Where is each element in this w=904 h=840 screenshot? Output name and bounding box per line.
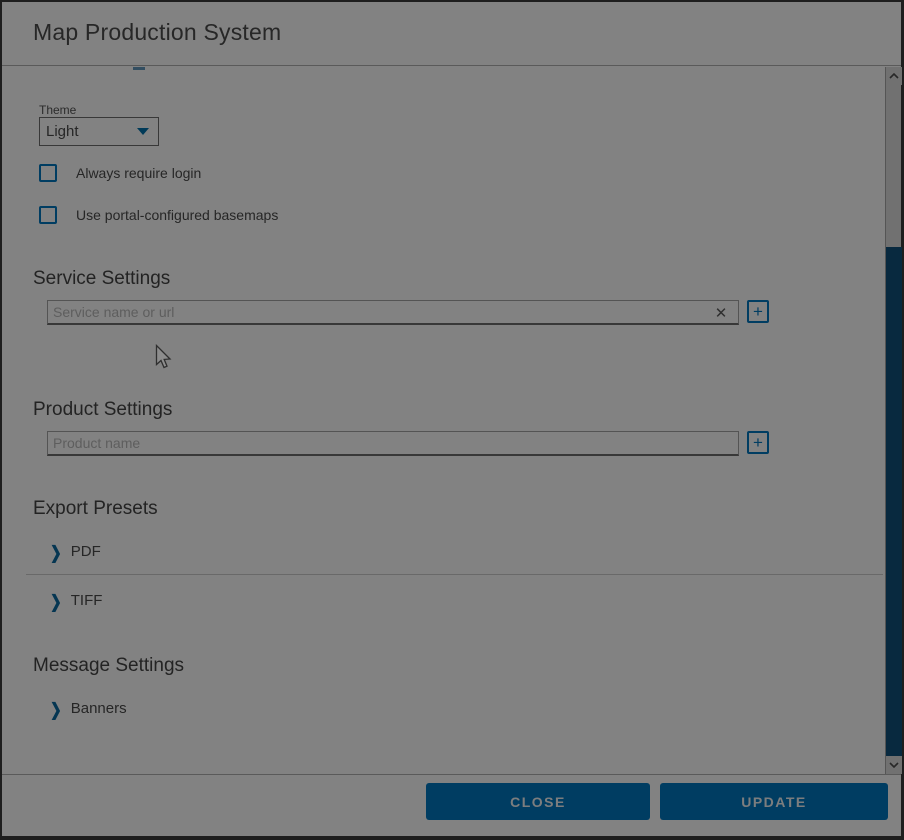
message-settings-heading: Message Settings xyxy=(33,655,184,677)
chevron-right-icon: ❯ xyxy=(50,700,62,718)
checkbox-always-require-login[interactable]: Always require login xyxy=(39,164,201,182)
vertical-scrollbar[interactable] xyxy=(885,67,901,774)
product-name-input[interactable] xyxy=(47,431,739,456)
export-preset-tiff-expander[interactable]: ❯ TIFF xyxy=(50,592,102,609)
dialog-scroll-content: Theme Light Always require login Use por… xyxy=(2,67,885,774)
checkbox-icon[interactable] xyxy=(39,206,57,224)
close-button[interactable]: CLOSE xyxy=(426,783,650,820)
export-preset-pdf-expander[interactable]: ❯ PDF xyxy=(50,543,101,560)
clear-icon[interactable]: ✕ xyxy=(711,303,731,323)
chevron-down-icon xyxy=(137,128,149,135)
expander-label: Banners xyxy=(71,700,127,717)
update-button[interactable]: UPDATE xyxy=(660,783,888,820)
clipped-control-fragment xyxy=(133,67,145,70)
service-settings-heading: Service Settings xyxy=(33,268,170,290)
dialog-title: Map Production System xyxy=(33,19,281,46)
theme-label: Theme xyxy=(39,103,76,117)
chevron-right-icon: ❯ xyxy=(50,592,62,610)
scrollbar-thumb[interactable] xyxy=(886,247,902,756)
dialog-footer: CLOSE UPDATE xyxy=(2,774,901,836)
scroll-down-icon[interactable] xyxy=(886,756,902,774)
add-product-button[interactable]: + xyxy=(747,431,769,454)
product-settings-heading: Product Settings xyxy=(33,399,172,421)
dialog-header: Map Production System xyxy=(2,2,901,66)
theme-select[interactable]: Light xyxy=(39,117,159,146)
checkbox-label: Always require login xyxy=(76,165,201,181)
checkbox-label: Use portal-configured basemaps xyxy=(76,207,278,223)
banners-expander[interactable]: ❯ Banners xyxy=(50,700,127,717)
scroll-up-icon[interactable] xyxy=(886,67,902,85)
checkbox-use-portal-basemaps[interactable]: Use portal-configured basemaps xyxy=(39,206,278,224)
checkbox-icon[interactable] xyxy=(39,164,57,182)
add-service-button[interactable]: + xyxy=(747,300,769,323)
expander-label: TIFF xyxy=(71,592,103,609)
expander-label: PDF xyxy=(71,543,101,560)
export-presets-heading: Export Presets xyxy=(33,498,158,520)
map-production-system-dialog: Map Production System Theme Light Always… xyxy=(2,2,901,836)
service-name-input[interactable] xyxy=(47,300,739,325)
theme-select-value: Light xyxy=(40,123,137,140)
divider xyxy=(26,574,883,575)
screenshot-root: Map Production System Theme Light Always… xyxy=(0,0,904,840)
chevron-right-icon: ❯ xyxy=(50,543,62,561)
